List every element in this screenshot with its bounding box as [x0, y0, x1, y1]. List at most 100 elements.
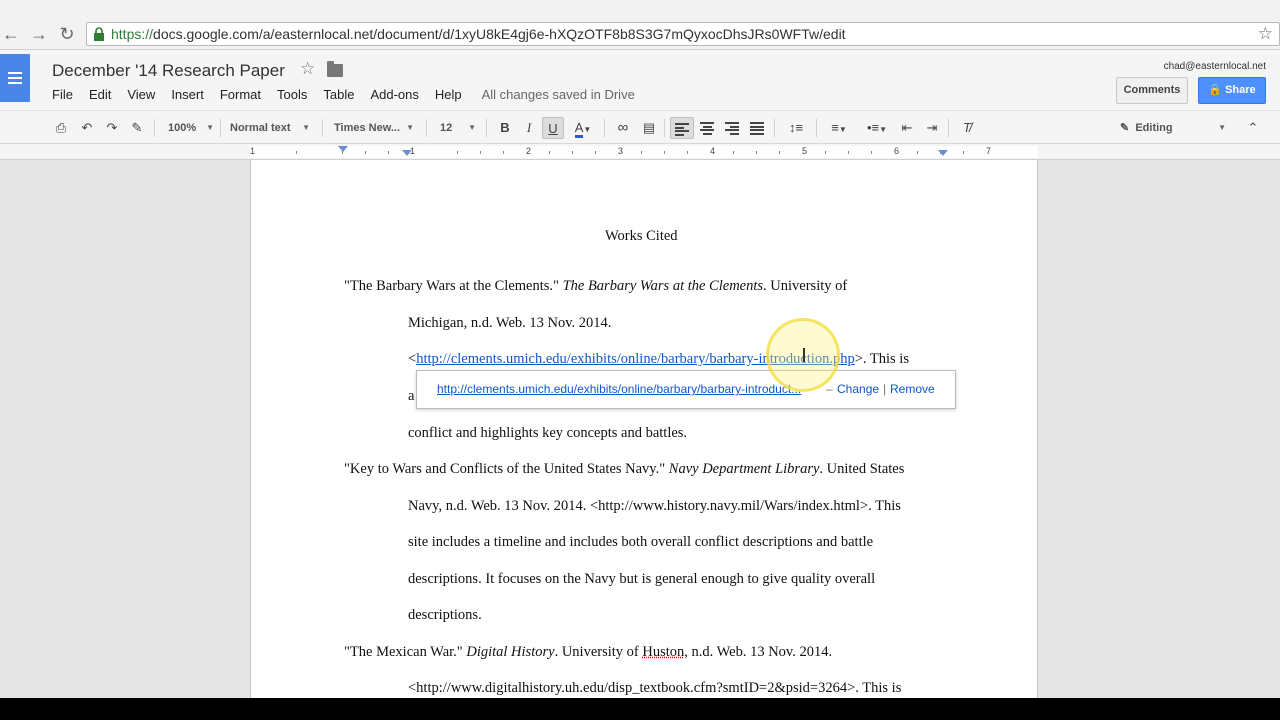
decrease-indent-icon[interactable]: ⇤: [896, 117, 918, 139]
citation-text: >. This is: [854, 351, 909, 367]
bold-button[interactable]: B: [494, 117, 516, 139]
bookmark-star-icon[interactable]: ☆: [1258, 24, 1273, 44]
citation-line: Michigan, n.d. Web. 13 Nov. 2014.: [408, 315, 612, 331]
left-indent-marker-icon[interactable]: [338, 146, 348, 152]
popup-dash: –: [826, 382, 833, 396]
docs-logo-icon[interactable]: [0, 54, 30, 102]
citation-line: site includes a timeline and includes bo…: [408, 534, 874, 550]
ruler-mark: 4: [710, 146, 716, 156]
link-popup: http://clements.umich.edu/exhibits/onlin…: [416, 370, 956, 409]
comment-icon[interactable]: ▤: [638, 117, 660, 139]
page-heading: Works Cited: [605, 228, 678, 244]
text-color-button[interactable]: A▼: [568, 117, 598, 139]
underline-button[interactable]: U: [542, 117, 564, 139]
url-text: https://docs.google.com/a/easternlocal.n…: [111, 26, 846, 42]
menu-edit[interactable]: Edit: [89, 87, 111, 102]
font-size-select[interactable]: 12 ▼: [436, 117, 478, 139]
ruler-mark: 2: [526, 146, 532, 156]
document-page[interactable]: Works Cited "The Barbary Wars at the Cle…: [250, 160, 1038, 698]
citation-line: <http://www.digitalhistory.uh.edu/disp_t…: [408, 680, 902, 696]
font-select[interactable]: Times New... ▼: [330, 117, 416, 139]
right-indent-marker-icon[interactable]: [938, 150, 948, 156]
comments-button[interactable]: Comments: [1116, 77, 1188, 104]
citation-title: "The Mexican War.": [344, 644, 463, 660]
ruler-mark: 6: [894, 146, 900, 156]
align-left-button[interactable]: [670, 117, 694, 139]
align-center-button[interactable]: [696, 117, 720, 139]
menu-help[interactable]: Help: [435, 87, 462, 102]
justify-button[interactable]: [746, 117, 770, 139]
citation-line: conflict and highlights key concepts and…: [408, 425, 688, 441]
menu-file[interactable]: File: [52, 87, 73, 102]
citation-line: "The Mexican War." Digital History. Univ…: [344, 644, 832, 661]
back-icon[interactable]: ←: [0, 24, 22, 44]
zoom-select[interactable]: 100% ▼: [164, 117, 216, 139]
italic-button[interactable]: I: [518, 117, 540, 139]
citation-text: . University of: [554, 644, 643, 660]
style-value: Normal text: [230, 122, 291, 134]
numbered-list-icon[interactable]: ≡▼: [822, 117, 856, 139]
forward-icon[interactable]: →: [28, 24, 50, 44]
collapse-menus-icon[interactable]: ⌃: [1242, 117, 1264, 139]
citation-title: "Key to Wars and Conflicts of the United…: [344, 461, 666, 477]
share-button[interactable]: 🔒 Share: [1198, 77, 1266, 104]
folder-icon[interactable]: [327, 61, 343, 77]
document-title[interactable]: December '14 Research Paper: [52, 61, 285, 81]
ruler-mark: 3: [618, 146, 624, 156]
remove-link-button[interactable]: Remove: [890, 382, 935, 396]
share-label: Share: [1225, 84, 1256, 96]
user-email[interactable]: chad@easternlocal.net: [1164, 61, 1266, 72]
citation-title: "The Barbary Wars at the Clements.": [344, 278, 559, 294]
bulleted-list-icon[interactable]: •≡▼: [860, 117, 894, 139]
redo-icon[interactable]: ↷: [101, 117, 123, 139]
line-spacing-icon[interactable]: ↕≡: [780, 117, 812, 139]
formatting-toolbar: ⎙ ↶ ↷ ✎ 100% ▼ Normal text ▼ Times New... ▼…: [0, 110, 1280, 144]
print-icon[interactable]: ⎙: [50, 117, 72, 139]
align-right-button[interactable]: [721, 117, 745, 139]
font-size-value: 12: [440, 122, 453, 134]
menu-insert[interactable]: Insert: [171, 87, 204, 102]
ruler-mark: 1: [250, 146, 256, 156]
star-icon[interactable]: ☆: [300, 59, 315, 79]
menu-table[interactable]: Table: [323, 87, 354, 102]
increase-indent-icon[interactable]: ⇥: [921, 117, 943, 139]
url-path: docs.google.com/a/easternlocal.net/docum…: [153, 26, 846, 42]
reload-icon[interactable]: ↻: [56, 24, 78, 44]
menu-tools[interactable]: Tools: [277, 87, 307, 102]
font-value: Times New...: [334, 122, 401, 134]
misspelled-word[interactable]: Huston: [642, 644, 684, 660]
zoom-value: 100%: [168, 122, 197, 134]
menu-bar: File Edit View Insert Format Tools Table Add-on…: [52, 87, 635, 102]
link-icon[interactable]: ∞: [612, 117, 634, 139]
ruler-mark: 7: [986, 146, 992, 156]
menu-addons[interactable]: Add-ons: [370, 87, 418, 102]
popup-link-url[interactable]: http://clements.umich.edu/exhibits/onlin…: [437, 382, 801, 396]
save-status: All changes saved in Drive: [481, 87, 635, 102]
paint-format-icon[interactable]: ✎: [126, 117, 148, 139]
text-cursor-icon: [803, 348, 805, 362]
first-line-indent-marker-icon[interactable]: [402, 150, 412, 156]
editing-mode-select[interactable]: ✎ Editing ▼: [1116, 117, 1228, 139]
citation-text: , n.d. Web. 13 Nov. 2014.: [684, 644, 833, 660]
address-bar[interactable]: https://docs.google.com/a/easternlocal.n…: [86, 22, 1280, 46]
lock-icon: [94, 27, 104, 41]
style-select[interactable]: Normal text ▼: [226, 117, 312, 139]
url-scheme: https://: [111, 26, 154, 42]
screen-bottom-border: [0, 698, 1280, 720]
popup-separator: |: [883, 382, 887, 396]
citation-line: a: [408, 388, 415, 404]
menu-format[interactable]: Format: [220, 87, 261, 102]
ruler-track[interactable]: 1 1 2 3 4 5 6 7: [250, 146, 1038, 158]
citation-text: <: [408, 351, 417, 367]
citation-site: The Barbary Wars at the Clements: [562, 278, 764, 294]
citation-line: descriptions.: [408, 607, 482, 623]
citation-text: . University of: [763, 278, 848, 294]
change-link-button[interactable]: Change: [837, 382, 879, 396]
undo-icon[interactable]: ↶: [76, 117, 98, 139]
citation-site: Digital History: [466, 644, 555, 660]
menu-view[interactable]: View: [127, 87, 155, 102]
citation-site: Navy Department Library: [668, 461, 820, 477]
citation-line: Navy, n.d. Web. 13 Nov. 2014. <http://ww…: [408, 498, 901, 514]
clear-formatting-icon[interactable]: T̸: [956, 117, 978, 139]
ruler-mark: 5: [802, 146, 808, 156]
